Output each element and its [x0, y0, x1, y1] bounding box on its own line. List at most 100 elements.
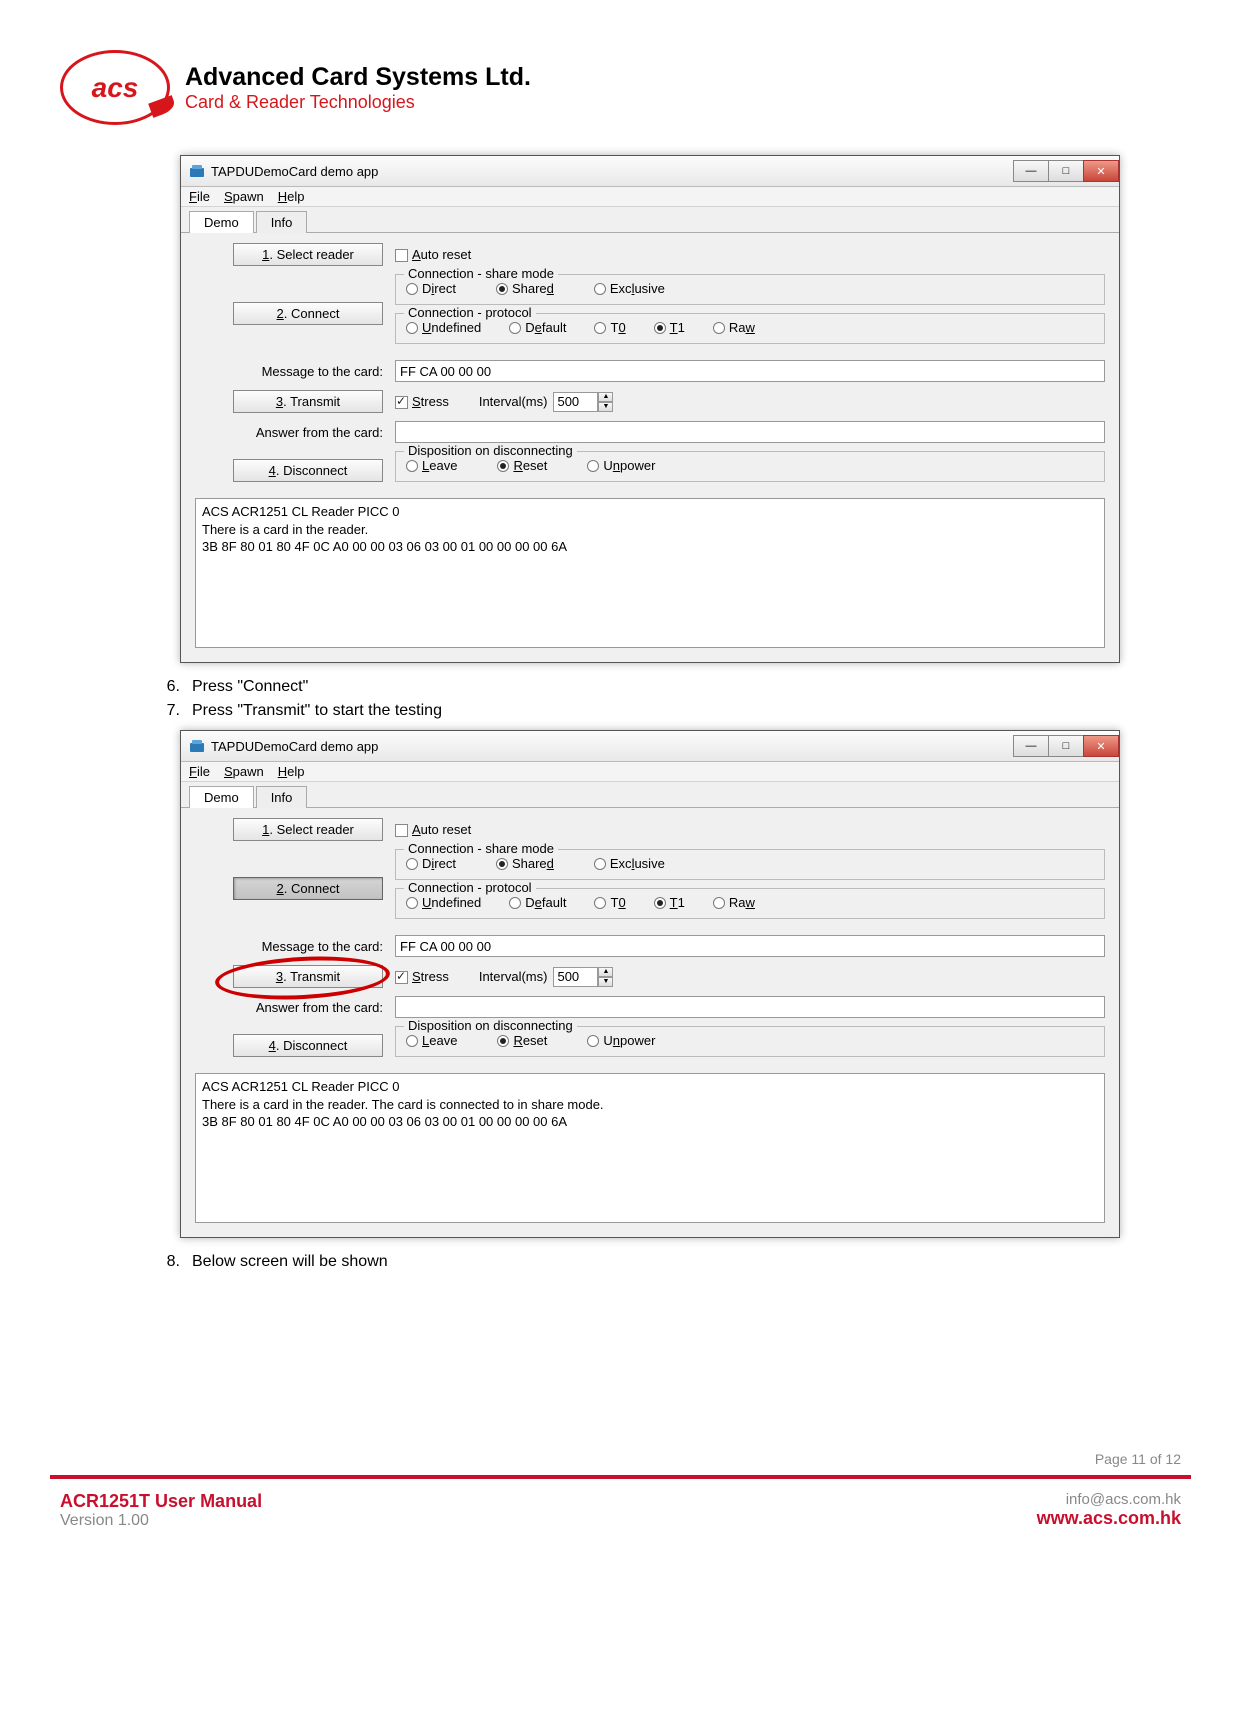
- radio-undefined[interactable]: Undefined: [406, 320, 481, 335]
- connect-button[interactable]: 2. Connect: [233, 302, 383, 325]
- log-output: ACS ACR1251 CL Reader PICC 0 There is a …: [195, 1073, 1105, 1223]
- radio-shared[interactable]: Shared: [496, 281, 554, 296]
- answer-label: Answer from the card:: [256, 1000, 383, 1015]
- message-input[interactable]: [395, 360, 1105, 382]
- share-mode-group: Connection - share mode Direct Shared Ex…: [395, 274, 1105, 305]
- radio-shared[interactable]: Shared: [496, 856, 554, 871]
- tab-info[interactable]: Info: [256, 786, 308, 808]
- app-icon: [189, 163, 205, 179]
- spin-down-icon[interactable]: ▼: [598, 402, 613, 412]
- radio-leave[interactable]: Leave: [406, 458, 457, 473]
- app-icon: [189, 738, 205, 754]
- page-number: Page 11 of 12: [0, 1451, 1241, 1467]
- titlebar: TAPDUDemoCard demo app — □ ✕: [181, 731, 1119, 762]
- msg-label: Message to the card:: [262, 364, 383, 379]
- stress-checkbox[interactable]: [395, 971, 408, 984]
- select-reader-button[interactable]: 1. Select reader: [233, 818, 383, 841]
- protocol-group: Connection - protocol Undefined Default …: [395, 313, 1105, 344]
- autoreset-checkbox[interactable]: [395, 249, 408, 262]
- radio-direct[interactable]: Direct: [406, 856, 456, 871]
- transmit-button[interactable]: 3. Transmit: [233, 965, 383, 988]
- radio-reset[interactable]: Reset: [497, 458, 547, 473]
- transmit-button[interactable]: 3. Transmit: [233, 390, 383, 413]
- radio-raw[interactable]: Raw: [713, 895, 755, 910]
- select-reader-button[interactable]: 1. Select reader: [233, 243, 383, 266]
- tab-demo[interactable]: Demo: [189, 786, 254, 808]
- menu-file[interactable]: File: [189, 764, 210, 779]
- doc-title: ACR1251T User Manual: [60, 1491, 262, 1512]
- company-tagline: Card & Reader Technologies: [185, 92, 531, 113]
- tab-demo[interactable]: Demo: [189, 211, 254, 233]
- share-mode-group: Connection - share mode Direct Shared Ex…: [395, 849, 1105, 880]
- answer-output: [395, 421, 1105, 443]
- website-link[interactable]: www.acs.com.hk: [1037, 1508, 1181, 1529]
- disposition-group: Disposition on disconnecting Leave Reset…: [395, 451, 1105, 482]
- doc-header: acs Advanced Card Systems Ltd. Card & Re…: [60, 50, 1181, 125]
- spin-up-icon[interactable]: ▲: [598, 967, 613, 977]
- menu-help[interactable]: Help: [278, 189, 305, 204]
- maximize-button[interactable]: □: [1048, 735, 1084, 757]
- radio-default[interactable]: Default: [509, 895, 566, 910]
- msg-label: Message to the card:: [262, 939, 383, 954]
- log-output: ACS ACR1251 CL Reader PICC 0 There is a …: [195, 498, 1105, 648]
- app-window-1: TAPDUDemoCard demo app — □ ✕ File Spawn …: [180, 155, 1120, 663]
- close-button[interactable]: ✕: [1083, 160, 1119, 182]
- logo-icon: acs: [60, 50, 170, 125]
- stress-label: Stress: [412, 969, 449, 984]
- radio-t0[interactable]: T0: [594, 320, 625, 335]
- menu-spawn[interactable]: Spawn: [224, 764, 264, 779]
- radio-t0[interactable]: T0: [594, 895, 625, 910]
- close-button[interactable]: ✕: [1083, 735, 1119, 757]
- protocol-group: Connection - protocol Undefined Default …: [395, 888, 1105, 919]
- interval-label: Interval(ms): [479, 969, 548, 984]
- stress-label: Stress: [412, 394, 449, 409]
- radio-raw[interactable]: Raw: [713, 320, 755, 335]
- radio-undefined[interactable]: Undefined: [406, 895, 481, 910]
- disconnect-button[interactable]: 4. Disconnect: [233, 1034, 383, 1057]
- step-7: 7.Press "Transmit" to start the testing: [160, 702, 1181, 720]
- radio-default[interactable]: Default: [509, 320, 566, 335]
- spin-down-icon[interactable]: ▼: [598, 977, 613, 987]
- app-window-2: TAPDUDemoCard demo app — □ ✕ File Spawn …: [180, 730, 1120, 1238]
- radio-t1[interactable]: T1: [654, 320, 685, 335]
- menubar: File Spawn Help: [181, 187, 1119, 207]
- message-input[interactable]: [395, 935, 1105, 957]
- answer-output: [395, 996, 1105, 1018]
- interval-input[interactable]: [553, 392, 598, 412]
- menu-help[interactable]: Help: [278, 764, 305, 779]
- disposition-group: Disposition on disconnecting Leave Reset…: [395, 1026, 1105, 1057]
- minimize-button[interactable]: —: [1013, 735, 1049, 757]
- radio-exclusive[interactable]: Exclusive: [594, 856, 665, 871]
- interval-input[interactable]: [553, 967, 598, 987]
- connect-button[interactable]: 2. Connect: [233, 877, 383, 900]
- doc-version: Version 1.00: [60, 1512, 262, 1530]
- maximize-button[interactable]: □: [1048, 160, 1084, 182]
- tab-info[interactable]: Info: [256, 211, 308, 233]
- answer-label: Answer from the card:: [256, 425, 383, 440]
- step-8: 8.Below screen will be shown: [160, 1253, 1181, 1271]
- menubar: File Spawn Help: [181, 762, 1119, 782]
- radio-leave[interactable]: Leave: [406, 1033, 457, 1048]
- menu-spawn[interactable]: Spawn: [224, 189, 264, 204]
- window-title: TAPDUDemoCard demo app: [211, 164, 1014, 179]
- window-title: TAPDUDemoCard demo app: [211, 739, 1014, 754]
- radio-unpower[interactable]: Unpower: [587, 458, 655, 473]
- autoreset-label: Auto reset: [412, 247, 471, 262]
- radio-reset[interactable]: Reset: [497, 1033, 547, 1048]
- step-6: 6.Press "Connect": [160, 678, 1181, 696]
- contact-email: info@acs.com.hk: [1037, 1491, 1181, 1508]
- menu-file[interactable]: File: [189, 189, 210, 204]
- titlebar: TAPDUDemoCard demo app — □ ✕: [181, 156, 1119, 187]
- company-name: Advanced Card Systems Ltd.: [185, 63, 531, 92]
- spin-up-icon[interactable]: ▲: [598, 392, 613, 402]
- disconnect-button[interactable]: 4. Disconnect: [233, 459, 383, 482]
- radio-t1[interactable]: T1: [654, 895, 685, 910]
- interval-label: Interval(ms): [479, 394, 548, 409]
- autoreset-label: Auto reset: [412, 822, 471, 837]
- radio-exclusive[interactable]: Exclusive: [594, 281, 665, 296]
- radio-direct[interactable]: Direct: [406, 281, 456, 296]
- autoreset-checkbox[interactable]: [395, 824, 408, 837]
- stress-checkbox[interactable]: [395, 396, 408, 409]
- minimize-button[interactable]: —: [1013, 160, 1049, 182]
- radio-unpower[interactable]: Unpower: [587, 1033, 655, 1048]
